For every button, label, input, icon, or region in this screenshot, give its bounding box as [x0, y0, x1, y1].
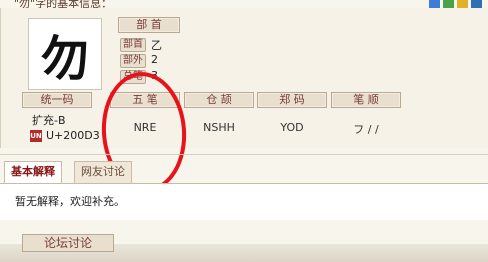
- stroke-order-header: 笔 顺: [331, 92, 401, 108]
- forum-discussion-button[interactable]: 论坛讨论: [22, 234, 114, 252]
- tab-user-discussion[interactable]: 网友讨论: [74, 161, 132, 183]
- unified-block: 扩充-B: [32, 114, 66, 127]
- zhengma-value: YOD: [280, 121, 304, 134]
- radical-outside-value: 2: [151, 53, 158, 66]
- cangjie-header: 仓 颉: [184, 92, 254, 108]
- unicode-logo-icon: UN: [30, 130, 42, 142]
- cangjie-value: NSHH: [203, 121, 235, 134]
- tab-basic-explanation[interactable]: 基本解释: [4, 161, 62, 183]
- unified-code-header: 统一码: [22, 92, 92, 108]
- radical-value: 乙: [151, 39, 162, 52]
- stroke-order-value: フ / /: [353, 123, 379, 136]
- character-image: 勿: [28, 18, 102, 90]
- character-glyph: 勿: [40, 31, 89, 87]
- zhengma-header: 郑 码: [257, 92, 327, 108]
- explanation-text: 暂无解释，欢迎补充。: [15, 195, 125, 208]
- radical-header: 部 首: [118, 17, 180, 33]
- radical-outside-label: 部外: [120, 54, 146, 68]
- divider: [0, 154, 488, 155]
- radical-label: 部首: [120, 38, 146, 52]
- unicode-value: U+200D3: [46, 129, 100, 142]
